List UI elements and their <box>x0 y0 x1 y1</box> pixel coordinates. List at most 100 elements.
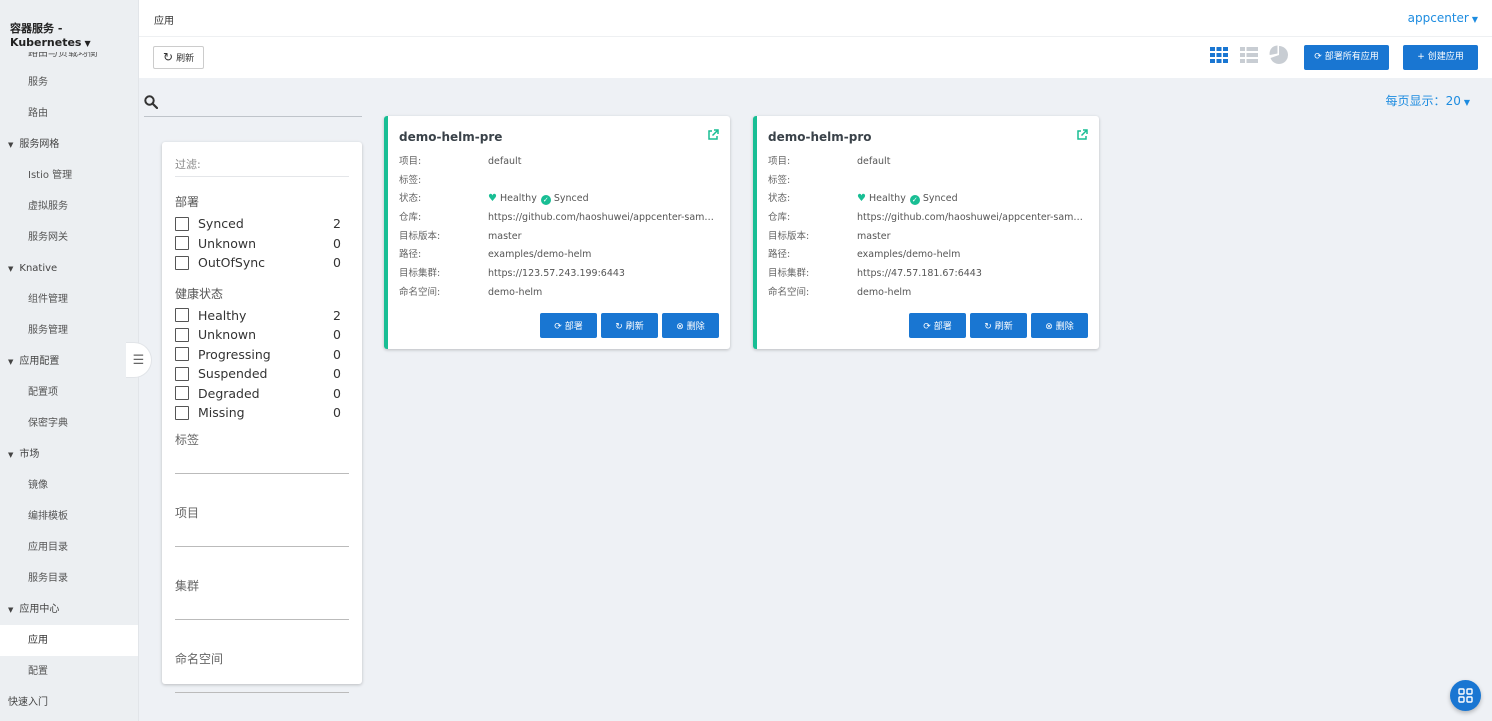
app-card[interactable]: demo-helm-pro 项目: default 标签: 状态: ♥ Healthy ✓ … <box>753 116 1099 349</box>
sync-icon: ⟳ <box>1314 52 1322 62</box>
external-link-icon[interactable] <box>1076 129 1088 141</box>
filter-clusters[interactable]: 集群 <box>175 577 349 642</box>
expand-triangle-icon: ▼ <box>8 358 14 366</box>
filter-option[interactable]: Suspended 0 <box>175 364 349 384</box>
card-actions: ⟳ 部署 ↻ 刷新 ⊗ 删除 <box>909 313 1088 338</box>
filter-namespaces-title: 命名空间 <box>175 651 224 666</box>
sidebar-item-label: 镜像 <box>28 480 48 491</box>
sidebar-item-label: Knative <box>19 263 58 274</box>
sync-button[interactable]: ⟳ 部署 <box>909 313 966 338</box>
app-card[interactable]: demo-helm-pre 项目: default 标签: 状态: ♥ Healthy ✓ … <box>384 116 730 349</box>
sidebar-item[interactable]: ▼ 市场 <box>0 439 138 470</box>
field-label: 路径: <box>768 249 791 261</box>
sidebar-item[interactable]: 服务目录 <box>0 563 138 594</box>
filter-option-count: 0 <box>333 327 341 343</box>
filter-projects[interactable]: 项目 <box>175 504 349 569</box>
caret-down-icon: ▼ <box>1471 15 1478 24</box>
sidebar-item[interactable]: 配置项 <box>0 377 138 408</box>
refresh-button[interactable]: ↻ 刷新 <box>601 313 658 338</box>
sidebar-item[interactable]: 配置 <box>0 656 138 687</box>
field-value: examples/demo-helm <box>857 249 961 261</box>
field-label: 目标版本: <box>768 230 810 242</box>
filter-option[interactable]: Unknown 0 <box>175 325 349 345</box>
external-link-icon[interactable] <box>707 129 719 141</box>
filter-option[interactable]: Unknown 0 <box>175 234 349 254</box>
checkbox[interactable] <box>175 327 189 342</box>
sidebar-item[interactable]: 组件管理 <box>0 284 138 315</box>
sync-icon: ⟳ <box>554 322 562 332</box>
sync-button[interactable]: ⟳ 部署 <box>540 313 597 338</box>
sidebar-item[interactable]: ▼ Knative <box>0 253 138 284</box>
filter-namespaces[interactable]: 命名空间 <box>175 650 349 715</box>
filter-option[interactable]: Healthy 2 <box>175 306 349 326</box>
tiles-view-icon[interactable] <box>1209 45 1229 65</box>
sidebar-item[interactable]: Istio 管理 <box>0 160 138 191</box>
sidebar-item[interactable]: 服务 <box>0 67 138 98</box>
field-label: 仓库: <box>768 212 791 224</box>
checkbox[interactable] <box>175 236 189 251</box>
checkbox[interactable] <box>175 405 189 420</box>
sidebar-item[interactable]: 应用 <box>0 625 138 656</box>
plus-icon: + <box>1417 52 1425 62</box>
sidebar-item[interactable]: 保密字典 <box>0 408 138 439</box>
app-name[interactable]: demo-helm-pre <box>399 130 719 144</box>
filter-option[interactable]: Synced 2 <box>175 214 349 234</box>
checkbox[interactable] <box>175 255 189 270</box>
field-label: 项目: <box>399 156 422 167</box>
filter-option[interactable]: Progressing 0 <box>175 345 349 365</box>
filter-option[interactable]: Missing 0 <box>175 403 349 423</box>
sidebar-item[interactable]: 虚拟服务 <box>0 191 138 222</box>
sidebar-item[interactable]: ▼ 服务网格 <box>0 129 138 160</box>
field-label: 目标版本: <box>399 230 441 242</box>
page-title: 应用 <box>154 16 174 27</box>
search-input[interactable] <box>164 93 360 115</box>
sidebar-item-label: 应用 <box>28 635 48 646</box>
delete-button[interactable]: ⊗ 删除 <box>1031 313 1088 338</box>
create-app-button[interactable]: + 创建应用 <box>1403 45 1478 70</box>
create-app-label: 创建应用 <box>1427 52 1464 62</box>
user-menu[interactable]: appcenter ▼ <box>1408 11 1478 25</box>
checkbox[interactable] <box>175 308 189 323</box>
sidebar-item-label: 快速入门 <box>8 697 48 708</box>
filter-option[interactable]: OutOfSync 0 <box>175 253 349 273</box>
health-status: Healthy <box>869 193 906 205</box>
sidebar-item[interactable]: ▼ 应用配置 <box>0 346 138 377</box>
user-name: appcenter <box>1407 11 1469 25</box>
sidebar-item[interactable]: 应用目录 <box>0 532 138 563</box>
sidebar-item[interactable]: 快速入门 <box>0 687 138 718</box>
delete-button[interactable]: ⊗ 删除 <box>662 313 719 338</box>
app-field-status: 状态: ♥ Healthy ✓ Synced <box>399 190 719 209</box>
sidebar-header[interactable]: 容器服务 - Kubernetes ▼ <box>0 0 138 52</box>
filter-labels[interactable]: 标签 <box>175 431 349 496</box>
field-value: https://47.57.181.67:6443 <box>857 268 982 280</box>
sync-button-label: 部署 <box>933 322 952 332</box>
close-circle-icon: ⊗ <box>676 322 684 332</box>
list-view-icon[interactable] <box>1239 45 1259 65</box>
close-circle-icon: ⊗ <box>1045 322 1053 332</box>
checkbox[interactable] <box>175 366 189 381</box>
refresh-button[interactable]: ↻ 刷新 <box>970 313 1027 338</box>
heart-icon: ♥ <box>488 193 497 205</box>
sidebar-collapse-handle[interactable]: ☰ <box>126 342 152 378</box>
field-label: 状态: <box>768 193 791 205</box>
sidebar-item[interactable]: 路由 <box>0 98 138 129</box>
filter-option-label: Synced <box>198 216 244 232</box>
deploy-all-button[interactable]: ⟳ 部署所有应用 <box>1304 45 1389 70</box>
filter-option[interactable]: Degraded 0 <box>175 384 349 404</box>
field-value: examples/demo-helm <box>488 249 592 261</box>
sidebar-item[interactable]: 编排模板 <box>0 501 138 532</box>
sidebar-item[interactable]: ▼ 应用中心 <box>0 594 138 625</box>
checkbox[interactable] <box>175 386 189 401</box>
app-name[interactable]: demo-helm-pro <box>768 130 1088 144</box>
floating-menu-button[interactable] <box>1450 680 1481 711</box>
sidebar-item[interactable]: 服务管理 <box>0 315 138 346</box>
sidebar-item[interactable]: 镜像 <box>0 470 138 501</box>
refresh-button[interactable]: ↻ 刷新 <box>153 46 205 69</box>
app-field-repo: 仓库: https://github.com/haoshuwei/appcente… <box>768 209 1088 228</box>
pie-summary-icon[interactable] <box>1269 45 1289 65</box>
checkbox[interactable] <box>175 347 189 362</box>
checkbox[interactable] <box>175 216 189 231</box>
per-page-selector[interactable]: 每页显示：20 ▼ <box>1386 92 1470 109</box>
sidebar-item[interactable]: 服务网关 <box>0 222 138 253</box>
sidebar-item-label: 服务网关 <box>28 232 68 243</box>
